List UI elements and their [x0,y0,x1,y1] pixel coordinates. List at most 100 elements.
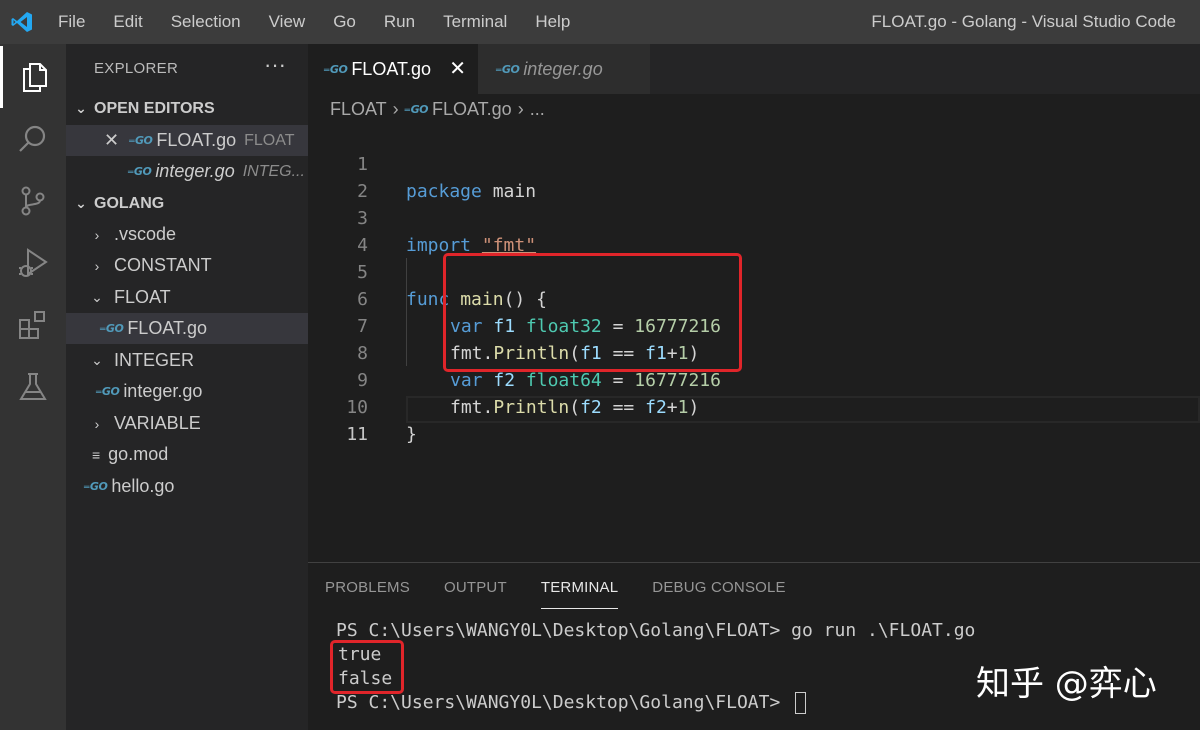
file-name: integer.go [123,381,203,401]
menu-edit[interactable]: Edit [99,0,156,44]
menu-go[interactable]: Go [319,0,370,44]
go-file-icon: GO [129,134,153,147]
code-highlight-box [443,253,742,372]
tab-label: FLOAT.go [351,58,432,79]
source-control-button[interactable] [0,170,66,232]
breadcrumb: FLOAT › GO FLOAT.go › ... [330,96,545,122]
terminal-line: true [338,644,382,665]
line-number: 11 [346,424,368,445]
folder-item[interactable]: ⌄ FLOAT [66,282,308,313]
menu-selection[interactable]: Selection [157,0,255,44]
code-line: 11 [308,394,1200,445]
open-editor-folder: FLOAT [244,131,295,149]
go-file-icon: GO [324,63,348,76]
run-debug-icon [19,248,48,277]
chevron-down-icon: ⌄ [91,352,103,368]
go-file-icon: GO [100,322,124,335]
chevron-right-icon: › [392,98,399,119]
tab-problems[interactable]: PROBLEMS [308,563,427,613]
files-icon [22,63,47,92]
chevron-right-icon: › [94,226,100,243]
title-bar: File Edit Selection View Go Run Terminal… [0,0,1200,44]
menu-view[interactable]: View [255,0,320,44]
chevron-down-icon: ⌄ [75,195,87,211]
open-editor-item[interactable]: GO integer.go INTEG... [66,156,308,187]
folder-item[interactable]: › VARIABLE [66,408,308,439]
go-file-icon: GO [496,63,520,76]
tab-integer-go[interactable]: GO integer.go [478,44,650,94]
tab-label: integer.go [523,58,603,79]
window-title: FLOAT.go - Golang - Visual Studio Code [871,12,1176,31]
breadcrumb-symbol[interactable]: ... [530,99,545,120]
file-name: FLOAT.go [127,318,208,338]
tab-output[interactable]: OUTPUT [427,563,524,613]
open-editor-name: integer.go [155,161,235,181]
tab-debug-console[interactable]: DEBUG CONSOLE [635,563,802,613]
open-editor-name: FLOAT.go [156,130,237,150]
menu-run[interactable]: Run [370,0,429,44]
chevron-down-icon: ⌄ [91,289,103,305]
file-item[interactable]: GO FLOAT.go [66,313,308,344]
chevron-right-icon: › [94,257,100,274]
terminal-line: PS C:\Users\WANGY0L\Desktop\Golang\FLOAT… [336,620,976,641]
search-icon [19,125,46,152]
close-tab-button[interactable]: ✕ [449,56,466,81]
terminal-prompt: PS C:\Users\WANGY0L\Desktop\Golang\FLOAT… [336,692,792,713]
folder-item[interactable]: ⌄ INTEGER [66,345,308,376]
activity-bar [0,44,66,730]
tab-terminal[interactable]: TERMINAL [524,563,635,613]
folder-item[interactable]: › .vscode [66,219,308,250]
folder-name: .vscode [114,224,177,244]
watermark: 知乎 @弈心 [976,664,1157,704]
code-line: 2 [308,151,1200,202]
workspace-label: GOLANG [94,194,165,212]
file-item[interactable]: ≡ go.mod [66,439,308,470]
more-actions-button[interactable]: ··· [264,52,286,78]
code-line: 9 fmt.Println(f2 == f2+1) [308,340,1200,418]
chevron-right-icon: › [94,415,100,432]
editor-tabs: GO FLOAT.go ✕ GO integer.go [308,44,1200,94]
go-file-icon: GO [128,165,152,178]
code-line: 8 var f2 float64 = 16777216 [308,313,1200,391]
run-debug-button[interactable] [0,232,66,294]
code-token: } [406,424,417,445]
indent-guide [406,258,407,366]
open-editor-folder: INTEG... [242,162,305,180]
code-editor[interactable]: 1 package main 2 3 import "fmt" 4 5 func… [308,124,1200,564]
go-file-icon: GO [84,480,108,493]
code-line: 3 import "fmt" [308,178,1200,256]
code-line: 1 package main [308,124,1200,202]
file-name: go.mod [108,444,169,464]
terminal-output[interactable]: PS C:\Users\WANGY0L\Desktop\Golang\FLOAT… [336,619,975,715]
text-file-icon: ≡ [92,446,101,463]
open-editors-label: OPEN EDITORS [94,99,215,117]
open-editor-item[interactable]: ✕ GO FLOAT.go FLOAT [66,125,308,156]
workspace-section[interactable]: ⌄ GOLANG [66,188,308,219]
explorer-header: EXPLORER ··· [66,44,308,94]
file-item[interactable]: GO integer.go [66,376,308,407]
explorer-button[interactable] [0,46,66,108]
close-icon[interactable]: ✕ [104,130,119,151]
panel-tabs: PROBLEMS OUTPUT TERMINAL DEBUG CONSOLE [308,563,803,613]
menu-terminal[interactable]: Terminal [429,0,521,44]
menu-file[interactable]: File [44,0,99,44]
folder-name: VARIABLE [114,413,201,433]
search-button[interactable] [0,108,66,170]
code-line: 6 var f1 float32 = 16777216 [308,259,1200,337]
menu-bar: File Edit Selection View Go Run Terminal… [44,0,584,44]
source-control-icon [21,186,45,216]
breadcrumb-folder[interactable]: FLOAT [330,99,387,120]
extensions-button[interactable] [0,294,66,356]
testing-button[interactable] [0,356,66,418]
breadcrumb-file[interactable]: FLOAT.go [432,99,512,120]
folder-item[interactable]: › CONSTANT [66,250,308,281]
chevron-down-icon: ⌄ [75,100,87,116]
code-line: 4 [308,205,1200,256]
file-item[interactable]: GO hello.go [66,471,308,502]
open-editors-section[interactable]: ⌄ OPEN EDITORS [66,93,308,124]
go-file-icon: GO [96,385,120,398]
menu-help[interactable]: Help [521,0,584,44]
code-line: 5 func main() { [308,232,1200,310]
tab-float-go[interactable]: GO FLOAT.go ✕ [308,44,478,94]
explorer-title: EXPLORER [94,60,179,77]
